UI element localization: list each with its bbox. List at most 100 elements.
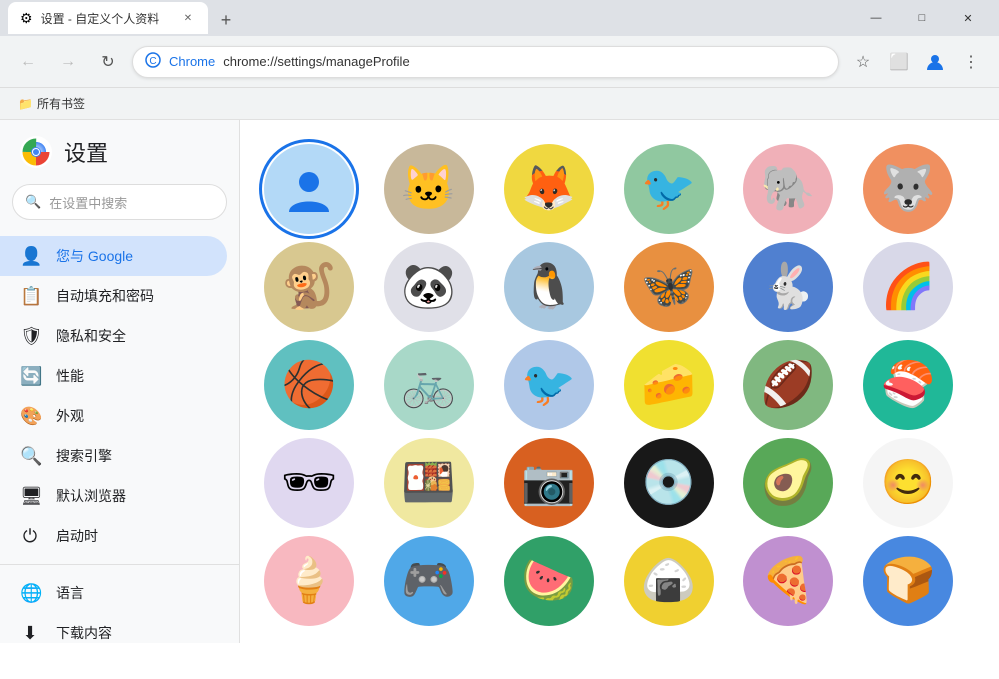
sidebar-item-autofill[interactable]: 📋 自动填充和密码 [0, 276, 227, 316]
sidebar-item-label-0: 您与 Google [56, 246, 133, 266]
autofill-icon: 📋 [20, 286, 40, 307]
avatar-item[interactable]: 📷 [504, 438, 594, 528]
sidebar-item-downloads[interactable]: ⬇ 下载内容 [0, 613, 227, 643]
url-brand: Chrome [169, 54, 215, 69]
menu-button[interactable]: ⋮ [955, 46, 987, 78]
avatar-item[interactable]: 🍕 [743, 536, 833, 626]
chrome-logo [20, 136, 52, 168]
bookmarks-label: 所有书签 [37, 95, 85, 112]
startup-icon: ⏻ [20, 526, 40, 547]
avatar-item[interactable]: 🏈 [743, 340, 833, 430]
sidebar-nav: 👤 您与 Google 📋 自动填充和密码 🛡 隐私和安全 🔄 性能 🎨 外观 … [0, 232, 239, 643]
sidebar-item-label-8: 语言 [56, 583, 84, 603]
active-tab[interactable]: ⚙ 设置 - 自定义个人资料 ✕ [8, 2, 208, 34]
avatar-item[interactable]: 🕶 [264, 438, 354, 528]
sidebar-title: 设置 [64, 136, 108, 168]
refresh-button[interactable]: ↻ [92, 46, 124, 78]
sidebar-item-label-4: 外观 [56, 406, 84, 426]
shield-icon: 🛡 [20, 326, 40, 347]
url-bar[interactable]: C Chrome chrome://settings/manageProfile [132, 46, 839, 78]
sidebar-item-label-3: 性能 [56, 366, 84, 386]
avatar-item[interactable]: 🍉 [504, 536, 594, 626]
google-icon: 👤 [20, 246, 40, 267]
avatar-item[interactable]: 🐦 [504, 340, 594, 430]
avatar-item[interactable]: 🦋 [624, 242, 714, 332]
title-bar: ⚙ 设置 - 自定义个人资料 ✕ + — □ ✕ [0, 0, 999, 36]
search-engine-icon: 🔍 [20, 446, 40, 467]
close-button[interactable]: ✕ [945, 0, 991, 36]
address-bar: ← → ↻ C Chrome chrome://settings/manageP… [0, 36, 999, 88]
folder-icon: 📁 [18, 97, 33, 111]
avatar-item[interactable]: 🦊 [504, 144, 594, 234]
avatar-item[interactable]: 🐘 [743, 144, 833, 234]
split-view-button[interactable]: ⬜ [883, 46, 915, 78]
sidebar-item-label-5: 搜索引擎 [56, 446, 112, 466]
avatar-item[interactable]: 🐼 [384, 242, 474, 332]
avatar-item[interactable]: 🍦 [264, 536, 354, 626]
bookmarks-bar: 📁 所有书签 [0, 88, 999, 120]
language-icon: 🌐 [20, 583, 40, 604]
avatar-item[interactable]: 🐦 [624, 144, 714, 234]
browser-icon: 🖥 [20, 486, 40, 507]
avatar-item[interactable]: 🐧 [504, 242, 594, 332]
avatar-item[interactable]: 🍙 [624, 536, 714, 626]
url-text: chrome://settings/manageProfile [223, 54, 409, 69]
avatar-item[interactable]: 🌈 [863, 242, 953, 332]
appearance-icon: 🎨 [20, 406, 40, 427]
avatar-item[interactable]: 🐒 [264, 242, 354, 332]
avatar-item[interactable]: 🏀 [264, 340, 354, 430]
tab-title: 设置 - 自定义个人资料 [41, 10, 172, 27]
back-button[interactable]: ← [12, 46, 44, 78]
avatar-item[interactable]: 🎮 [384, 536, 474, 626]
forward-button[interactable]: → [52, 46, 84, 78]
address-actions: ☆ ⬜ ⋮ [847, 46, 987, 78]
avatar-item[interactable]: 🐺 [863, 144, 953, 234]
sidebar-item-language[interactable]: 🌐 语言 [0, 573, 227, 613]
sidebar-item-startup[interactable]: ⏻ 启动时 [0, 516, 227, 556]
avatar-grid: 🐱 🦊 🐦 🐘 🐺 🐒 🐼 🐧 🦋 🐇 🌈 🏀 🚲 🐦 🧀 🏈 🍣 🕶 🍱 📷 💿 🥑 😊 🍦 🎮 🍉 🍙 🍕 🍞 [264, 136, 975, 634]
bookmarks-folder[interactable]: 📁 所有书签 [12, 93, 91, 114]
sidebar-item-label-9: 下载内容 [56, 623, 112, 643]
sidebar-item-search[interactable]: 🔍 搜索引擎 [0, 436, 227, 476]
svg-text:C: C [149, 56, 156, 67]
minimize-button[interactable]: — [853, 0, 899, 36]
security-icon: C [145, 52, 161, 71]
new-tab-button[interactable]: + [212, 6, 240, 34]
avatar-item[interactable]: 🥑 [743, 438, 833, 528]
avatar-item[interactable]: 🍱 [384, 438, 474, 528]
sidebar-item-label-2: 隐私和安全 [56, 326, 126, 346]
tab-settings-icon: ⚙ [20, 10, 33, 27]
sidebar-item-google[interactable]: 👤 您与 Google [0, 236, 227, 276]
avatar-item[interactable]: 🚲 [384, 340, 474, 430]
footer-text: 创建桌面快捷方式... [264, 642, 975, 643]
tab-close-button[interactable]: ✕ [180, 10, 196, 26]
search-placeholder: 在设置中搜索 [49, 193, 127, 212]
avatar-item[interactable]: 🐇 [743, 242, 833, 332]
performance-icon: 🔄 [20, 366, 40, 387]
sidebar-item-label-6: 默认浏览器 [56, 486, 126, 506]
bookmark-button[interactable]: ☆ [847, 46, 879, 78]
sidebar-item-label-7: 启动时 [56, 526, 98, 546]
avatar-item[interactable] [264, 144, 354, 234]
content-area: 🐱 🦊 🐦 🐘 🐺 🐒 🐼 🐧 🦋 🐇 🌈 🏀 🚲 🐦 🧀 🏈 🍣 🕶 🍱 📷 💿 🥑 😊 🍦 🎮 🍉 🍙 🍕 🍞 创建桌面快捷方式..… [240, 120, 999, 643]
avatar-item[interactable]: 💿 [624, 438, 714, 528]
sidebar-header: 设置 [0, 120, 239, 184]
downloads-icon: ⬇ [20, 623, 40, 644]
window-controls: — □ ✕ [853, 0, 991, 36]
avatar-item[interactable]: 🍣 [863, 340, 953, 430]
search-icon: 🔍 [25, 194, 41, 210]
nav-divider [0, 564, 239, 565]
sidebar-item-privacy[interactable]: 🛡 隐私和安全 [0, 316, 227, 356]
avatar-item[interactable]: 🧀 [624, 340, 714, 430]
sidebar-item-browser[interactable]: 🖥 默认浏览器 [0, 476, 227, 516]
main-layout: 设置 🔍 在设置中搜索 👤 您与 Google 📋 自动填充和密码 🛡 隐私和安… [0, 120, 999, 643]
avatar-item[interactable]: 😊 [863, 438, 953, 528]
sidebar-item-label-1: 自动填充和密码 [56, 286, 154, 306]
sidebar-item-performance[interactable]: 🔄 性能 [0, 356, 227, 396]
profile-button[interactable] [919, 46, 951, 78]
avatar-item[interactable]: 🍞 [863, 536, 953, 626]
sidebar-search[interactable]: 🔍 在设置中搜索 [12, 184, 227, 220]
sidebar-item-appearance[interactable]: 🎨 外观 [0, 396, 227, 436]
avatar-item[interactable]: 🐱 [384, 144, 474, 234]
maximize-button[interactable]: □ [899, 0, 945, 36]
